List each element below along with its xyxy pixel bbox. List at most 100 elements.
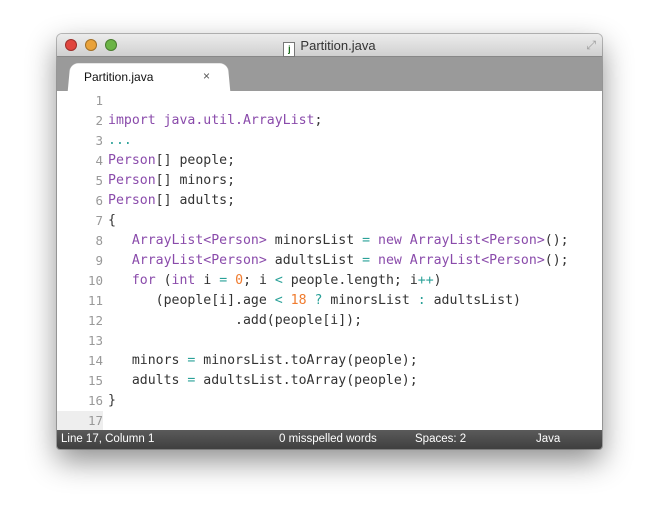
line-source: Person[] adults; bbox=[108, 191, 235, 211]
line-source: adults = adultsList.toArray(people); bbox=[108, 371, 418, 391]
line-number: 5 bbox=[95, 173, 103, 188]
line-source: ArrayList<Person> adultsList = new Array… bbox=[108, 251, 569, 271]
code-line[interactable]: 8 ArrayList<Person> minorsList = new Arr… bbox=[57, 231, 602, 251]
code-token-ty: Person bbox=[108, 153, 156, 168]
code-line[interactable]: 9 ArrayList<Person> adultsList = new Arr… bbox=[57, 251, 602, 271]
java-file-icon: j bbox=[283, 42, 296, 57]
code-token-kw: int bbox=[171, 273, 196, 288]
code-line[interactable]: 13 bbox=[57, 331, 602, 351]
code-token-op: ++ bbox=[417, 273, 434, 288]
code-line[interactable]: 15 adults = adultsList.toArray(people); bbox=[57, 371, 602, 391]
code-token-pl: i bbox=[195, 273, 220, 288]
code-editor[interactable]: 1 2 import java.util.ArrayList; 3... 4 Person… bbox=[57, 91, 602, 431]
code-token-pl: (people[i].age bbox=[108, 293, 275, 308]
code-token-pl: ; i bbox=[243, 273, 275, 288]
fullscreen-icon[interactable]: ⤢ bbox=[586, 38, 596, 53]
code-token-num: 0 bbox=[235, 273, 244, 288]
code-token-pl: adultsList) bbox=[425, 293, 521, 308]
line-number: 14 bbox=[87, 353, 103, 368]
code-line[interactable]: 7{ bbox=[57, 211, 602, 231]
code-token-pl: minors bbox=[108, 353, 188, 368]
code-token-kw: new bbox=[378, 253, 402, 268]
line-number: 10 bbox=[87, 273, 103, 288]
code-line[interactable]: 12 .add(people[i]); bbox=[57, 311, 602, 331]
code-token-pl: adultsList bbox=[266, 253, 363, 268]
code-token-pl: ( bbox=[155, 273, 172, 288]
code-line[interactable]: 16} bbox=[57, 391, 602, 411]
line-number: 13 bbox=[87, 333, 103, 348]
line-number: 15 bbox=[87, 373, 103, 388]
code-token-ty: ArrayList<Person> bbox=[131, 253, 267, 268]
line-source: ArrayList<Person> minorsList = new Array… bbox=[108, 231, 569, 251]
code-token-pl: (); bbox=[544, 253, 569, 268]
code-token-kw: for bbox=[131, 273, 156, 288]
line-number: 11 bbox=[87, 293, 103, 308]
code-token-ty: Person bbox=[108, 193, 156, 208]
code-token-op: < bbox=[274, 293, 283, 308]
tab-close-icon[interactable]: × bbox=[203, 69, 210, 83]
line-number: 1 bbox=[95, 93, 103, 108]
code-line[interactable]: 1 bbox=[57, 91, 602, 111]
syntax-mode[interactable]: Java bbox=[536, 430, 560, 449]
code-line[interactable]: 10 for (int i = 0; i < people.length; i+… bbox=[57, 271, 602, 291]
code-token-ty: ArrayList<Person> bbox=[409, 233, 545, 248]
code-line[interactable]: 14 minors = minorsList.toArray(people); bbox=[57, 351, 602, 371]
code-line[interactable]: 4 Person[] people; bbox=[57, 151, 602, 171]
code-token-pl: [] minors; bbox=[155, 173, 236, 188]
line-number: 2 bbox=[95, 113, 103, 128]
code-token-pl: people.length; i bbox=[282, 273, 418, 288]
line-number: 9 bbox=[95, 253, 103, 268]
code-token-pl: minorsList bbox=[266, 233, 363, 248]
editor-window: j Partition.java ⤢ Partition.java × 1 2 imp… bbox=[57, 34, 602, 449]
code-token-op: = bbox=[362, 253, 371, 268]
tab-bar: Partition.java × bbox=[57, 57, 602, 93]
code-token-pl: [] adults; bbox=[155, 193, 236, 208]
window-title: j Partition.java bbox=[57, 38, 602, 57]
code-token-pl: (); bbox=[544, 233, 569, 248]
line-source: minors = minorsList.toArray(people); bbox=[108, 351, 418, 371]
code-token-num: 18 bbox=[290, 293, 307, 308]
code-token-pl: adults bbox=[108, 373, 188, 388]
line-number: 4 bbox=[95, 153, 103, 168]
line-source: .add(people[i]); bbox=[108, 311, 362, 331]
line-source: } bbox=[108, 391, 116, 411]
line-source: Person[] minors; bbox=[108, 171, 235, 191]
tab-label[interactable]: Partition.java bbox=[84, 70, 153, 84]
code-line[interactable]: 2 import java.util.ArrayList; bbox=[57, 111, 602, 131]
code-line[interactable]: 11 (people[i].age < 18 ? minorsList : ad… bbox=[57, 291, 602, 311]
code-token-pl: } bbox=[108, 393, 116, 408]
code-line[interactable]: 17 bbox=[57, 411, 602, 431]
code-token-kw: new bbox=[378, 233, 402, 248]
line-number: 17 bbox=[57, 411, 103, 431]
code-line[interactable]: 3... bbox=[57, 131, 602, 151]
status-bar: Line 17, Column 1 0 misspelled words Spa… bbox=[57, 430, 602, 449]
code-token-ty: ArrayList<Person> bbox=[131, 233, 267, 248]
code-token-ty: Person bbox=[108, 173, 156, 188]
line-source: Person[] people; bbox=[108, 151, 235, 171]
code-token-op: = bbox=[219, 273, 228, 288]
code-token-pl: ; bbox=[314, 113, 323, 128]
code-token-pl: ) bbox=[433, 273, 442, 288]
indentation-setting[interactable]: Spaces: 2 bbox=[415, 430, 466, 449]
code-token-pl: adultsList.toArray(people); bbox=[195, 373, 418, 388]
code-token-pl: { bbox=[108, 213, 116, 228]
line-number: 7 bbox=[95, 213, 103, 228]
code-line[interactable]: 5 Person[] minors; bbox=[57, 171, 602, 191]
code-token-kw: import bbox=[108, 113, 156, 128]
line-number: 12 bbox=[87, 313, 103, 328]
code-token-op: < bbox=[274, 273, 283, 288]
line-source: (people[i].age < 18 ? minorsList : adult… bbox=[108, 291, 521, 311]
line-number: 8 bbox=[95, 233, 103, 248]
code-line[interactable]: 6 Person[] adults; bbox=[57, 191, 602, 211]
code-token-op: = bbox=[362, 233, 371, 248]
title-bar: j Partition.java ⤢ bbox=[57, 34, 602, 57]
